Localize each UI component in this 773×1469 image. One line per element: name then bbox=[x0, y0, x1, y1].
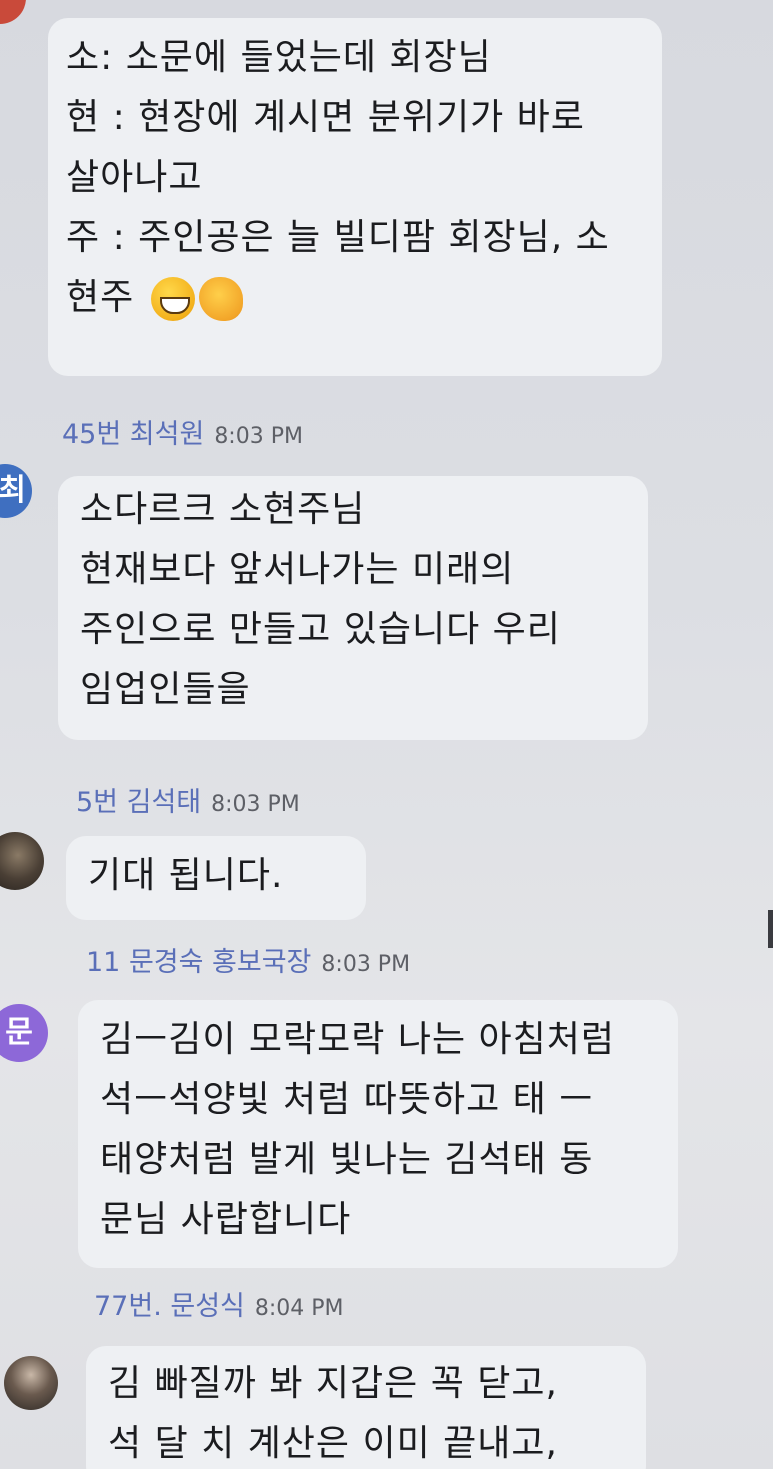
message-time: 8:03 PM bbox=[214, 424, 303, 449]
message-time: 8:04 PM bbox=[254, 1296, 344, 1321]
avatar-partial[interactable] bbox=[0, 0, 26, 24]
message-text-line: 태양처럼 발게 빛나는 김석태 동 bbox=[100, 1139, 594, 1180]
message-sender-header: 11 문경숙 홍보국장 8:03 PM bbox=[86, 946, 410, 982]
message-text-line: 살아나고 bbox=[66, 157, 203, 198]
message-bubble[interactable]: 소: 소문에 들었는데 회장님 현 : 현장에 계시면 분위기가 바로 살아나고… bbox=[48, 18, 662, 376]
sender-name[interactable]: 5번 김석태 bbox=[76, 787, 201, 818]
avatar-initial: 문 bbox=[5, 1015, 33, 1050]
scrollbar-thumb[interactable] bbox=[768, 910, 773, 948]
message-text-line: 김 빠질까 봐 지갑은 꼭 닫고, bbox=[108, 1363, 558, 1404]
message-text-line: 문님 사랍합니다 bbox=[100, 1199, 352, 1240]
message-text-line: 주 : 주인공은 늘 빌디팜 회장님, 소 bbox=[66, 217, 610, 258]
message-text-line: 현주 bbox=[66, 268, 662, 328]
message-text-line: 소다르크 소현주님 bbox=[80, 489, 366, 530]
message-sender-header: 5번 김석태 8:03 PM bbox=[76, 786, 300, 822]
message-text-line: 소: 소문에 들었는데 회장님 bbox=[66, 37, 492, 78]
message-time: 8:03 PM bbox=[321, 952, 411, 977]
sender-name[interactable]: 77번. 문성식 bbox=[94, 1291, 245, 1322]
avatar[interactable]: 최 bbox=[0, 464, 32, 518]
message-sender-header: 45번 최석원 8:03 PM bbox=[62, 418, 303, 454]
message-bubble[interactable]: 기대 됩니다. bbox=[66, 836, 366, 920]
message-bubble[interactable]: 소다르크 소현주님 현재보다 앞서나가는 미래의 주인으로 만들고 있습니다 우… bbox=[58, 476, 648, 740]
avatar-photo[interactable] bbox=[0, 832, 44, 890]
avatar[interactable]: 문 bbox=[0, 1004, 48, 1062]
avatar-photo[interactable] bbox=[4, 1356, 58, 1410]
message-text-fragment: 현주 bbox=[66, 277, 135, 318]
message-time: 8:03 PM bbox=[211, 792, 300, 817]
sender-name[interactable]: 45번 최석원 bbox=[62, 419, 204, 450]
message-text-line: 석ㅡ석양빛 처럼 따뜻하고 태 ㅡ bbox=[100, 1079, 594, 1120]
message-text-line: 김ㅡ김이 모락모락 나는 아침처럼 bbox=[100, 1019, 616, 1060]
avatar-initial: 최 bbox=[0, 473, 26, 508]
clapping-hands-emoji bbox=[198, 277, 243, 321]
message-text-line: 기대 됩니다. bbox=[88, 855, 284, 896]
sender-name[interactable]: 11 문경숙 홍보국장 bbox=[86, 947, 311, 978]
chat-message-list[interactable]: 소: 소문에 들었는데 회장님 현 : 현장에 계시면 분위기가 바로 살아나고… bbox=[0, 0, 773, 1469]
message-text-line: 주인으로 만들고 있습니다 우리 bbox=[80, 609, 561, 650]
message-bubble[interactable]: 김ㅡ김이 모락모락 나는 아침처럼 석ㅡ석양빛 처럼 따뜻하고 태 ㅡ 태양처럼… bbox=[78, 1000, 678, 1268]
message-text-line: 임업인들을 bbox=[80, 669, 251, 710]
message-sender-header: 77번. 문성식 8:04 PM bbox=[94, 1290, 344, 1326]
message-text-line: 현 : 현장에 계시면 분위기가 바로 bbox=[66, 97, 585, 138]
message-bubble[interactable]: 김 빠질까 봐 지갑은 꼭 닫고, 석 달 치 계산은 이미 끝내고, bbox=[86, 1346, 646, 1469]
grinning-face-emoji bbox=[150, 277, 195, 321]
message-text-line: 현재보다 앞서나가는 미래의 bbox=[80, 549, 515, 590]
message-text-line: 석 달 치 계산은 이미 끝내고, bbox=[108, 1423, 558, 1464]
